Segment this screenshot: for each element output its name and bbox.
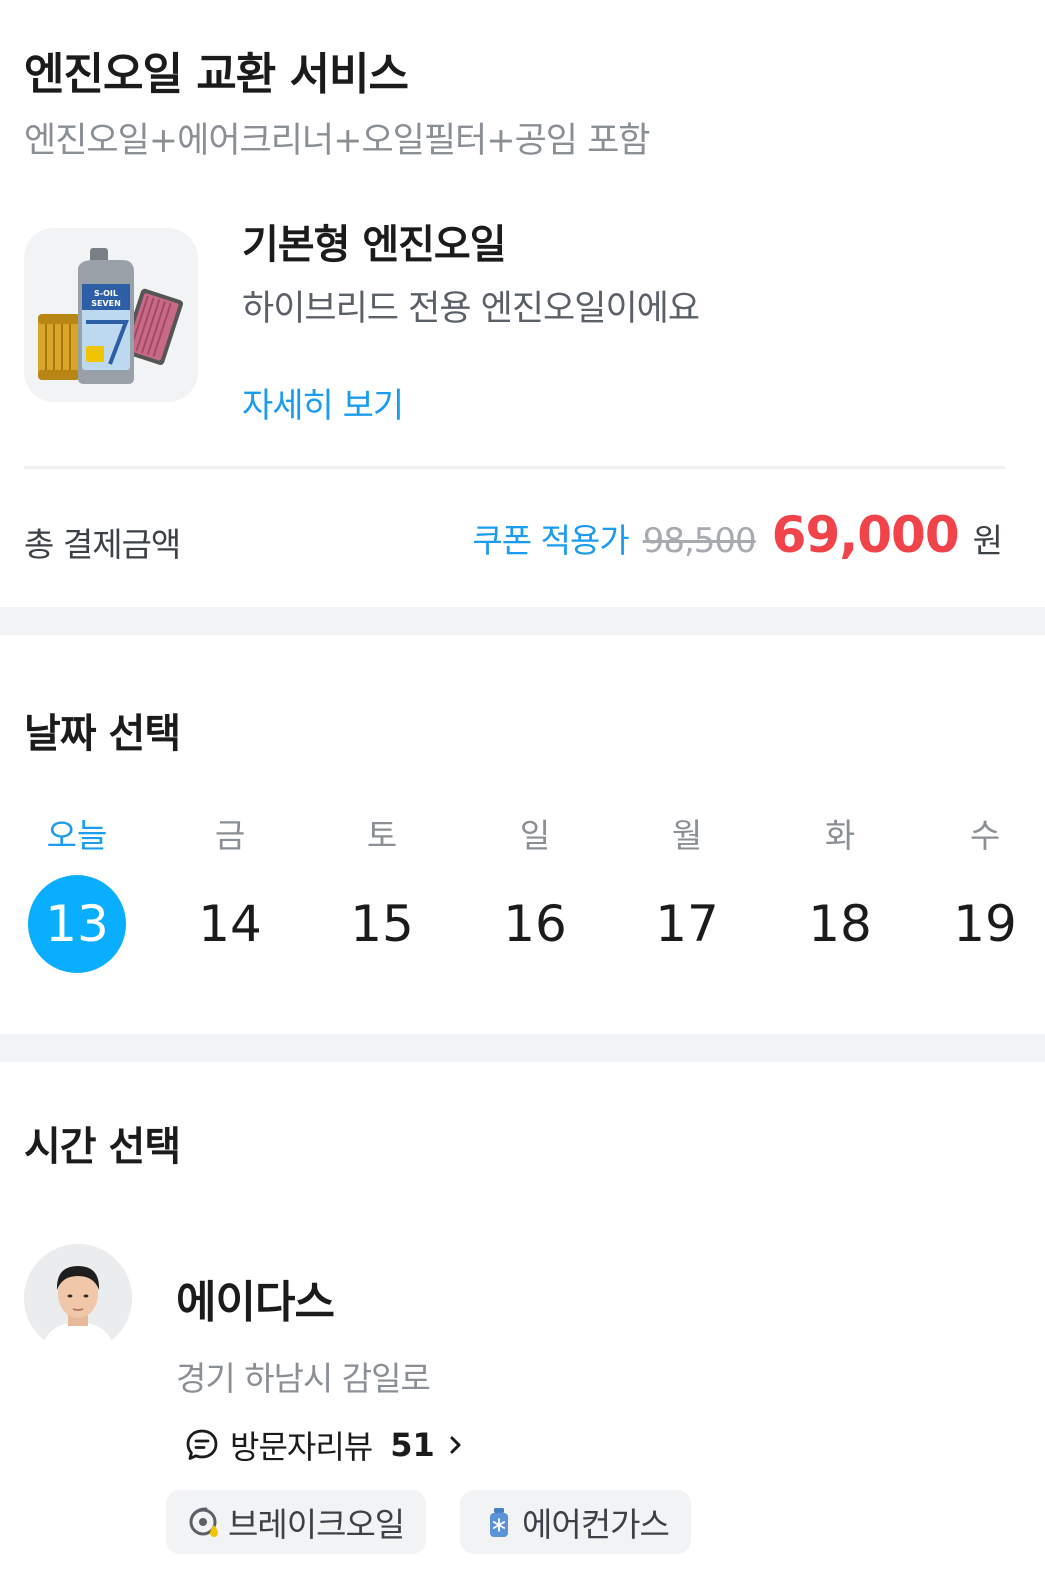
product-image: S-OIL SEVEN bbox=[24, 228, 198, 402]
day-label: 화 bbox=[824, 816, 856, 855]
tag-label: 브레이크오일 bbox=[228, 1505, 405, 1544]
mechanic-avatar bbox=[24, 1244, 132, 1352]
product-name: 기본형 엔진오일 bbox=[242, 222, 507, 268]
total-payment-label: 총 결제금액 bbox=[24, 525, 181, 564]
date-option-17[interactable]: 월 17 bbox=[627, 811, 747, 973]
chat-bubble-icon bbox=[186, 1429, 218, 1460]
day-number: 17 bbox=[655, 895, 719, 953]
time-select-section: 시간 선택 에이다스 경기 하남시 감일로 방문자리뷰 51 브레이크오일 에어… bbox=[0, 1062, 1045, 1586]
day-number: 19 bbox=[953, 895, 1017, 953]
divider bbox=[24, 466, 1005, 469]
currency-unit: 원 bbox=[972, 521, 1003, 560]
chevron-right-icon bbox=[450, 1436, 461, 1454]
review-label: 방문자리뷰 bbox=[230, 1428, 373, 1466]
date-select-section: 날짜 선택 오늘 13 금 14 토 15 일 16 월 17 화 18 수 1… bbox=[0, 635, 1045, 1034]
product-description: 하이브리드 전용 엔진오일이에요 bbox=[242, 289, 700, 329]
day-number: 16 bbox=[503, 895, 567, 953]
date-option-18[interactable]: 화 18 bbox=[780, 811, 900, 973]
sale-price: 69,000 bbox=[771, 506, 960, 564]
visitor-review-link[interactable]: 방문자리뷰 51 bbox=[184, 1422, 467, 1468]
tag-brake-oil: 브레이크오일 bbox=[166, 1490, 427, 1554]
day-number: 13 bbox=[28, 875, 126, 973]
original-price: 98,500 bbox=[642, 521, 757, 561]
svg-text:SEVEN: SEVEN bbox=[91, 299, 121, 308]
tag-label: 에어컨가스 bbox=[522, 1505, 670, 1544]
review-count: 51 bbox=[390, 1426, 435, 1464]
date-option-14[interactable]: 금 14 bbox=[170, 811, 290, 973]
day-label: 월 bbox=[671, 816, 703, 855]
date-select-title: 날짜 선택 bbox=[24, 711, 181, 757]
brake-oil-icon bbox=[189, 1507, 218, 1537]
shop-name: 에이다스 bbox=[176, 1277, 335, 1328]
service-summary-section: 엔진오일 교환 서비스 엔진오일+에어크리너+오일필터+공임 포함 S-OIL … bbox=[0, 0, 1045, 607]
svg-text:S-OIL: S-OIL bbox=[94, 289, 118, 298]
price-row: 쿠폰 적용가 98,500 69,000 원 bbox=[472, 506, 1003, 564]
date-option-15[interactable]: 토 15 bbox=[322, 811, 442, 973]
shop-address: 경기 하남시 감일로 bbox=[176, 1359, 431, 1398]
date-option-13[interactable]: 오늘 13 bbox=[17, 811, 137, 973]
tag-aircon-gas: 에어컨가스 bbox=[460, 1490, 691, 1554]
day-number: 18 bbox=[808, 895, 872, 953]
day-label: 수 bbox=[969, 816, 1001, 855]
day-label: 토 bbox=[366, 816, 398, 855]
day-label: 일 bbox=[519, 816, 551, 855]
section-separator bbox=[0, 607, 1045, 635]
day-number: 15 bbox=[350, 895, 414, 953]
coupon-price-label: 쿠폰 적용가 bbox=[472, 521, 629, 560]
date-option-16[interactable]: 일 16 bbox=[475, 811, 595, 973]
service-title: 엔진오일 교환 서비스 bbox=[24, 49, 409, 100]
day-label: 금 bbox=[214, 816, 246, 855]
section-separator bbox=[0, 1034, 1045, 1062]
day-label: 오늘 bbox=[46, 816, 108, 855]
day-number: 14 bbox=[198, 895, 262, 953]
person-avatar-icon bbox=[24, 1244, 132, 1352]
date-option-19[interactable]: 수 19 bbox=[925, 811, 1045, 973]
aircon-gas-icon bbox=[490, 1508, 508, 1537]
detail-link[interactable]: 자세히 보기 bbox=[242, 378, 404, 427]
service-subtitle: 엔진오일+에어크리너+오일필터+공임 포함 bbox=[24, 121, 651, 161]
time-select-title: 시간 선택 bbox=[24, 1124, 181, 1170]
engine-oil-product-icon: S-OIL SEVEN bbox=[38, 248, 183, 384]
